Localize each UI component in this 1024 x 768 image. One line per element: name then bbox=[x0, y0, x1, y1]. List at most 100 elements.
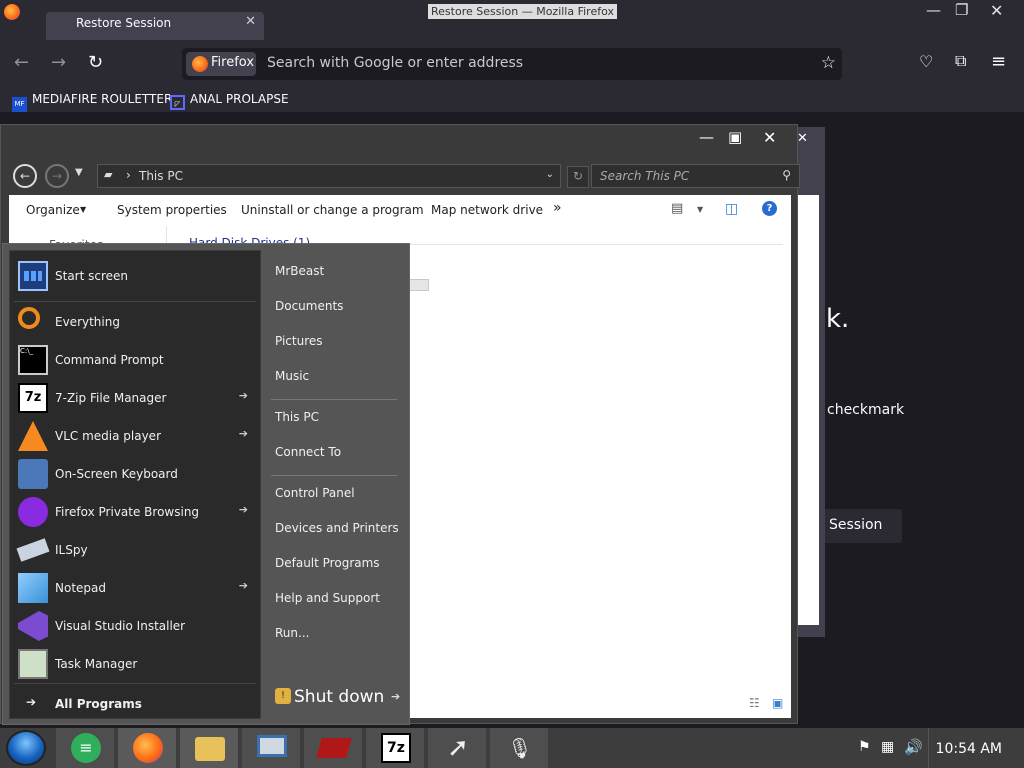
places-item-help-and-support[interactable]: Help and Support bbox=[275, 591, 380, 605]
bookmark-second[interactable]: ◸ ANAL PROLAPSE bbox=[170, 92, 289, 110]
places-item-run[interactable]: Run... bbox=[275, 626, 309, 640]
url-bar[interactable]: Firefox Search with Google or enter addr… bbox=[182, 48, 842, 80]
program-everything-search[interactable]: Everything bbox=[10, 303, 260, 341]
search-input[interactable]: Search This PC ⚲ bbox=[591, 164, 800, 188]
map-network-drive-button[interactable]: Map network drive bbox=[431, 203, 543, 217]
organize-button[interactable]: Organize bbox=[26, 203, 80, 217]
program-label: Command Prompt bbox=[55, 353, 164, 367]
tab-close-icon[interactable]: ✕ bbox=[245, 14, 256, 29]
network-icon[interactable]: ▦ bbox=[881, 739, 894, 755]
taskbar-google-docs[interactable]: ≡ bbox=[56, 728, 114, 768]
bookmark-mediafire[interactable]: MF MEDIAFIRE ROULETTER bbox=[12, 92, 172, 112]
start-orb-icon[interactable] bbox=[6, 730, 46, 766]
pocket-icon[interactable]: ♡ bbox=[919, 52, 933, 71]
taskbar-graphics-card[interactable] bbox=[304, 728, 362, 768]
places-item-devices-and-printers[interactable]: Devices and Printers bbox=[275, 521, 399, 535]
explorer-titlebar: — ▣ ✕ bbox=[1, 125, 797, 163]
program-start-screen[interactable]: Start screen bbox=[10, 257, 260, 295]
restore-icon[interactable]: ❐ bbox=[955, 1, 968, 19]
bookmark-triangle-icon: ◸ bbox=[170, 95, 185, 110]
program-command-prompt[interactable]: C:\_ Command Prompt bbox=[10, 341, 260, 379]
program-vlc-cone[interactable]: VLC media player ➔ bbox=[10, 417, 260, 455]
forward-arrow-icon[interactable]: → bbox=[45, 164, 69, 188]
identity-label: Firefox bbox=[211, 55, 255, 70]
program-task-manager[interactable]: Task Manager bbox=[10, 645, 260, 683]
search-icon[interactable]: ⚲ bbox=[782, 168, 791, 182]
refresh-icon[interactable]: ↻ bbox=[567, 166, 589, 188]
places-item-this-pc[interactable]: This PC bbox=[275, 410, 319, 424]
url-input[interactable]: Search with Google or enter address bbox=[267, 55, 523, 71]
more-commands-button[interactable]: » bbox=[553, 200, 562, 216]
system-properties-button[interactable]: System properties bbox=[117, 203, 227, 217]
places-item-control-panel[interactable]: Control Panel bbox=[275, 486, 355, 500]
places-item-default-programs[interactable]: Default Programs bbox=[275, 556, 380, 570]
recent-locations-icon[interactable]: ▼ bbox=[75, 167, 83, 178]
program-label: On-Screen Keyboard bbox=[55, 467, 178, 481]
program-label: Visual Studio Installer bbox=[55, 619, 186, 633]
help-icon[interactable]: ? bbox=[762, 201, 777, 216]
close-icon[interactable]: ✕ bbox=[797, 131, 808, 146]
reload-icon[interactable]: ↻ bbox=[88, 52, 103, 73]
places-item-mrbeast[interactable]: MrBeast bbox=[275, 264, 324, 278]
close-icon[interactable]: ✕ bbox=[763, 128, 776, 147]
identity-box[interactable]: Firefox bbox=[186, 52, 256, 76]
taskbar-file-explorer[interactable] bbox=[180, 728, 238, 768]
all-programs-button[interactable]: ➔ All Programs bbox=[10, 685, 260, 723]
file-explorer-icon bbox=[195, 737, 225, 761]
firefox-logo-icon[interactable] bbox=[4, 4, 20, 20]
back-arrow-icon[interactable]: ← bbox=[14, 52, 29, 73]
minimize-icon[interactable]: — bbox=[926, 1, 941, 19]
taskbar-microphone[interactable]: 🎙 bbox=[490, 728, 548, 768]
start-screen-icon bbox=[18, 261, 48, 291]
program-firefox-private[interactable]: Firefox Private Browsing ➔ bbox=[10, 493, 260, 531]
breadcrumb[interactable]: This PC bbox=[139, 169, 183, 183]
ilspy-icon bbox=[16, 538, 50, 562]
taskbar-remote-desktop[interactable] bbox=[242, 728, 300, 768]
program-label: Firefox Private Browsing bbox=[55, 505, 200, 519]
forward-arrow-icon[interactable]: → bbox=[51, 52, 66, 73]
7zip-icon: 7z bbox=[18, 383, 48, 413]
program-visual-studio-installer[interactable]: Visual Studio Installer bbox=[10, 607, 260, 645]
uninstall-program-button[interactable]: Uninstall or change a program bbox=[241, 203, 424, 217]
taskbar-7zip[interactable]: 7z bbox=[366, 728, 424, 768]
extensions-icon[interactable]: ⧉ bbox=[955, 51, 966, 71]
program-notepad[interactable]: Notepad ➔ bbox=[10, 569, 260, 607]
submenu-arrow-icon[interactable]: ➔ bbox=[239, 579, 248, 592]
submenu-arrow-icon[interactable]: ➔ bbox=[239, 389, 248, 402]
preview-pane-icon[interactable]: ◫ bbox=[725, 201, 738, 217]
maximize-icon[interactable]: ▣ bbox=[728, 128, 742, 146]
submenu-arrow-icon[interactable]: ➔ bbox=[239, 427, 248, 440]
address-bar[interactable]: ▰ › This PC ⌄ bbox=[97, 164, 561, 188]
details-view-icon[interactable]: ☷ bbox=[749, 696, 760, 710]
flag-icon[interactable]: ⚑ bbox=[858, 739, 871, 755]
chevron-down-icon[interactable]: ▼ bbox=[697, 205, 703, 214]
clock[interactable]: 10:54 AM bbox=[936, 741, 1002, 757]
tab-restore-session[interactable]: Restore Session ✕ bbox=[46, 12, 264, 40]
places-item-music[interactable]: Music bbox=[275, 369, 309, 383]
background-dialog-body bbox=[795, 195, 819, 625]
command-bar: Organize ▼ System properties Uninstall o… bbox=[9, 195, 791, 226]
taskbar-cursor-app[interactable]: ➚ bbox=[428, 728, 486, 768]
back-arrow-icon[interactable]: ← bbox=[13, 164, 37, 188]
places-item-pictures[interactable]: Pictures bbox=[275, 334, 323, 348]
arrow-right-icon[interactable]: ➔ bbox=[391, 690, 400, 703]
restore-session-button[interactable]: Session bbox=[818, 509, 902, 543]
program-7zip[interactable]: 7z 7-Zip File Manager ➔ bbox=[10, 379, 260, 417]
places-item-documents[interactable]: Documents bbox=[275, 299, 343, 313]
menu-hamburger-icon[interactable]: ≡ bbox=[991, 51, 1006, 72]
bookmark-label: MEDIAFIRE ROULETTER bbox=[32, 92, 173, 106]
program-ilspy[interactable]: ILSpy bbox=[10, 531, 260, 569]
chevron-down-icon[interactable]: ⌄ bbox=[546, 169, 554, 180]
minimize-icon[interactable]: — bbox=[699, 128, 714, 146]
volume-icon[interactable]: 🔊 bbox=[904, 738, 923, 756]
program-keyboard[interactable]: On-Screen Keyboard bbox=[10, 455, 260, 493]
places-item-connect-to[interactable]: Connect To bbox=[275, 445, 341, 459]
taskbar-firefox[interactable] bbox=[118, 728, 176, 768]
view-options-icon[interactable]: ▤ bbox=[671, 201, 683, 216]
restore-session-button-label: Session bbox=[829, 517, 883, 533]
shutdown-button[interactable]: ! Shut down ➔ bbox=[273, 684, 401, 712]
large-icons-view-icon[interactable]: ▣ bbox=[772, 696, 783, 710]
bookmark-star-icon[interactable]: ☆ bbox=[821, 53, 836, 73]
submenu-arrow-icon[interactable]: ➔ bbox=[239, 503, 248, 516]
close-icon[interactable]: ✕ bbox=[990, 1, 1003, 20]
